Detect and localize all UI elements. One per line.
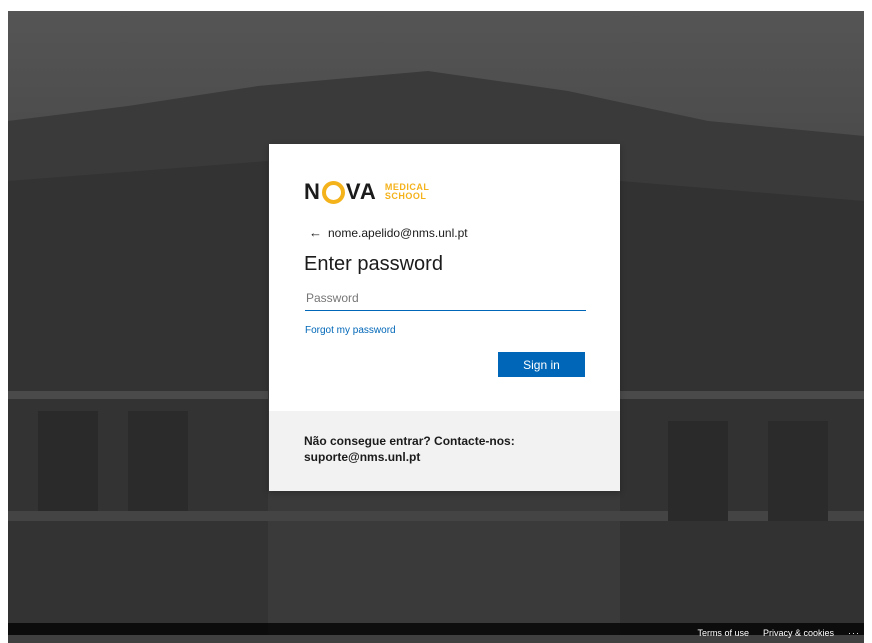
logo-sub-line2: SCHOOL xyxy=(384,191,427,201)
help-section: Não consegue entrar? Contacte-nos: supor… xyxy=(269,411,620,491)
logo-subtitle: MEDICAL SCHOOL xyxy=(385,183,430,201)
footer-bar: Terms of use Privacy & cookies ··· xyxy=(8,623,864,643)
identity-banner: ← nome.apelido@nms.unl.pt xyxy=(309,225,468,240)
page-title: Enter password xyxy=(304,253,443,275)
privacy-cookies-link[interactable]: Privacy & cookies xyxy=(763,628,834,638)
password-input[interactable] xyxy=(305,286,586,311)
terms-of-use-link[interactable]: Terms of use xyxy=(697,628,749,638)
help-text-line2: suporte@nms.unl.pt xyxy=(304,450,421,464)
identity-email: nome.apelido@nms.unl.pt xyxy=(328,225,468,240)
nova-medical-school-logo: N VA MEDICAL SCHOOL xyxy=(304,179,430,204)
forgot-password-link[interactable]: Forgot my password xyxy=(305,325,396,336)
logo-wordmark: N VA xyxy=(304,179,377,204)
sign-in-button[interactable]: Sign in xyxy=(498,352,585,377)
help-text-line1: Não consegue entrar? Contacte-nos: xyxy=(304,434,515,448)
more-options-icon[interactable]: ··· xyxy=(848,628,860,638)
back-arrow-icon[interactable]: ← xyxy=(309,225,322,240)
signin-card: N VA MEDICAL SCHOOL ← nome.apelido@nms.un… xyxy=(269,144,620,491)
